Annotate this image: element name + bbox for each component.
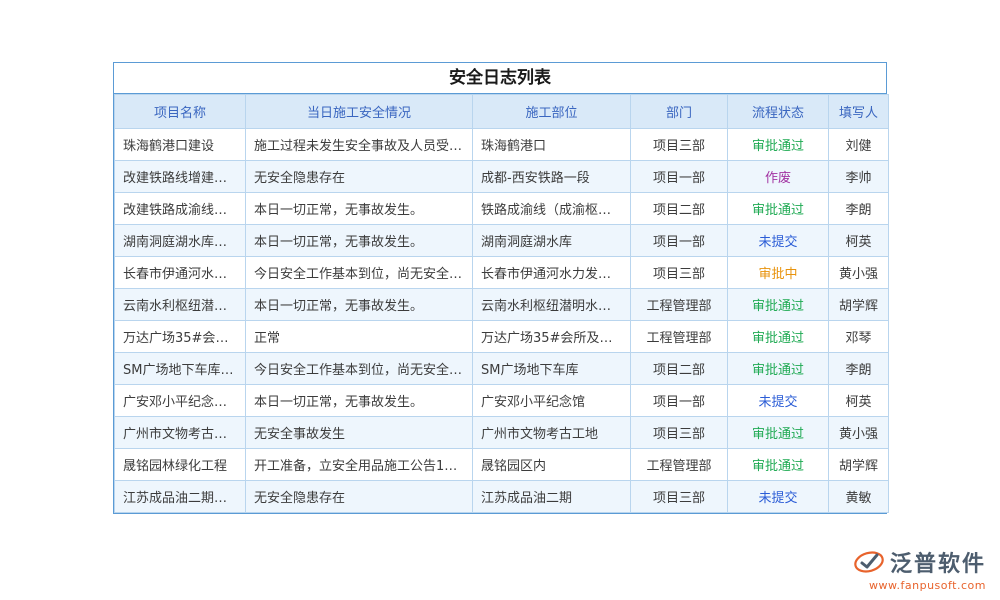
- table-row: 长春市伊通河水力发...今日安全工作基本到位，尚无安全隐患...长春市伊通河水力…: [115, 257, 889, 289]
- column-header-dept: 部门: [631, 95, 728, 129]
- location-cell: 成都-西安铁路一段: [473, 161, 631, 193]
- project-link[interactable]: 江苏成品油二期项目...: [115, 481, 246, 513]
- dept-cell: 项目三部: [631, 257, 728, 289]
- status-badge[interactable]: 未提交: [728, 385, 829, 417]
- status-badge[interactable]: 审批通过: [728, 129, 829, 161]
- safety-cell: 本日一切正常，无事故发生。: [246, 225, 473, 257]
- safety-cell: 施工过程未发生安全事故及人员受伤情况: [246, 129, 473, 161]
- dept-cell: 项目二部: [631, 193, 728, 225]
- fanpu-logo-icon: [852, 548, 886, 576]
- project-link[interactable]: 改建铁路成渝线增建...: [115, 193, 246, 225]
- table-header-row: 项目名称当日施工安全情况施工部位部门流程状态填写人: [115, 95, 889, 129]
- status-badge[interactable]: 作废: [728, 161, 829, 193]
- column-header-safety: 当日施工安全情况: [246, 95, 473, 129]
- table-row: 改建铁路成渝线增建...本日一切正常，无事故发生。铁路成渝线（成渝枢纽）项目二部…: [115, 193, 889, 225]
- location-cell: 云南水利枢纽潜明水库一期: [473, 289, 631, 321]
- writer-link[interactable]: 李朗: [829, 353, 889, 385]
- writer-link[interactable]: 李朗: [829, 193, 889, 225]
- safety-cell: 本日一切正常，无事故发生。: [246, 289, 473, 321]
- dept-cell: 项目一部: [631, 385, 728, 417]
- writer-link[interactable]: 黄小强: [829, 417, 889, 449]
- writer-link[interactable]: 刘健: [829, 129, 889, 161]
- page-title: 安全日志列表: [114, 63, 886, 94]
- location-cell: 广安邓小平纪念馆: [473, 385, 631, 417]
- status-badge[interactable]: 审批通过: [728, 417, 829, 449]
- dept-cell: 项目一部: [631, 225, 728, 257]
- writer-link[interactable]: 李帅: [829, 161, 889, 193]
- safety-cell: 正常: [246, 321, 473, 353]
- column-header-writer: 填写人: [829, 95, 889, 129]
- writer-link[interactable]: 黄敏: [829, 481, 889, 513]
- project-link[interactable]: SM广场地下车库更...: [115, 353, 246, 385]
- table-row: SM广场地下车库更...今日安全工作基本到位，尚无安全隐患...SM广场地下车库…: [115, 353, 889, 385]
- project-link[interactable]: 万达广场35#会所及...: [115, 321, 246, 353]
- safety-cell: 本日一切正常，无事故发生。: [246, 193, 473, 225]
- project-link[interactable]: 云南水利枢纽潜明水...: [115, 289, 246, 321]
- table-row: 广安邓小平纪念馆安...本日一切正常，无事故发生。广安邓小平纪念馆项目一部未提交…: [115, 385, 889, 417]
- table-row: 改建铁路线增建第二...无安全隐患存在成都-西安铁路一段项目一部作废李帅: [115, 161, 889, 193]
- column-header-project: 项目名称: [115, 95, 246, 129]
- writer-link[interactable]: 柯英: [829, 225, 889, 257]
- table-row: 万达广场35#会所及...正常万达广场35#会所及咖啡厅工程管理部审批通过邓琴: [115, 321, 889, 353]
- dept-cell: 项目三部: [631, 417, 728, 449]
- safety-log-table: 项目名称当日施工安全情况施工部位部门流程状态填写人 珠海鹤港口建设施工过程未发生…: [114, 94, 889, 513]
- location-cell: 长春市伊通河水力发电厂: [473, 257, 631, 289]
- status-badge[interactable]: 审批通过: [728, 321, 829, 353]
- writer-link[interactable]: 柯英: [829, 385, 889, 417]
- project-link[interactable]: 广州市文物考古工地...: [115, 417, 246, 449]
- brand-footer: 泛普软件 www.fanpusoft.com: [852, 546, 986, 592]
- location-cell: 晟铭园区内: [473, 449, 631, 481]
- safety-cell: 无安全隐患存在: [246, 161, 473, 193]
- safety-log-report: 安全日志列表 项目名称当日施工安全情况施工部位部门流程状态填写人 珠海鹤港口建设…: [113, 62, 887, 514]
- project-link[interactable]: 广安邓小平纪念馆安...: [115, 385, 246, 417]
- table-row: 珠海鹤港口建设施工过程未发生安全事故及人员受伤情况珠海鹤港口项目三部审批通过刘健: [115, 129, 889, 161]
- location-cell: 广州市文物考古工地: [473, 417, 631, 449]
- dept-cell: 工程管理部: [631, 289, 728, 321]
- safety-cell: 今日安全工作基本到位，尚无安全隐患...: [246, 257, 473, 289]
- writer-link[interactable]: 胡学辉: [829, 449, 889, 481]
- project-link[interactable]: 珠海鹤港口建设: [115, 129, 246, 161]
- status-badge[interactable]: 未提交: [728, 481, 829, 513]
- status-badge[interactable]: 未提交: [728, 225, 829, 257]
- safety-cell: 本日一切正常，无事故发生。: [246, 385, 473, 417]
- status-badge[interactable]: 审批通过: [728, 449, 829, 481]
- dept-cell: 项目三部: [631, 129, 728, 161]
- status-badge[interactable]: 审批通过: [728, 353, 829, 385]
- location-cell: 珠海鹤港口: [473, 129, 631, 161]
- brand-name: 泛普软件: [890, 546, 986, 578]
- project-link[interactable]: 晟铭园林绿化工程: [115, 449, 246, 481]
- safety-cell: 今日安全工作基本到位，尚无安全隐患...: [246, 353, 473, 385]
- table-row: 云南水利枢纽潜明水...本日一切正常，无事故发生。云南水利枢纽潜明水库一期工程管…: [115, 289, 889, 321]
- status-badge[interactable]: 审批通过: [728, 193, 829, 225]
- safety-cell: 无安全隐患存在: [246, 481, 473, 513]
- location-cell: 湖南洞庭湖水库: [473, 225, 631, 257]
- table-row: 湖南洞庭湖水库引水...本日一切正常，无事故发生。湖南洞庭湖水库项目一部未提交柯…: [115, 225, 889, 257]
- project-link[interactable]: 改建铁路线增建第二...: [115, 161, 246, 193]
- table-row: 江苏成品油二期项目...无安全隐患存在江苏成品油二期项目三部未提交黄敏: [115, 481, 889, 513]
- column-header-status: 流程状态: [728, 95, 829, 129]
- status-badge[interactable]: 审批中: [728, 257, 829, 289]
- safety-cell: 无安全事故发生: [246, 417, 473, 449]
- location-cell: 江苏成品油二期: [473, 481, 631, 513]
- dept-cell: 项目三部: [631, 481, 728, 513]
- dept-cell: 项目一部: [631, 161, 728, 193]
- project-link[interactable]: 长春市伊通河水力发...: [115, 257, 246, 289]
- dept-cell: 工程管理部: [631, 449, 728, 481]
- table-row: 晟铭园林绿化工程开工准备，立安全用品施工公告10个，...晟铭园区内工程管理部审…: [115, 449, 889, 481]
- safety-cell: 开工准备，立安全用品施工公告10个，...: [246, 449, 473, 481]
- writer-link[interactable]: 黄小强: [829, 257, 889, 289]
- dept-cell: 工程管理部: [631, 321, 728, 353]
- column-header-location: 施工部位: [473, 95, 631, 129]
- location-cell: 万达广场35#会所及咖啡厅: [473, 321, 631, 353]
- writer-link[interactable]: 邓琴: [829, 321, 889, 353]
- project-link[interactable]: 湖南洞庭湖水库引水...: [115, 225, 246, 257]
- location-cell: 铁路成渝线（成渝枢纽）: [473, 193, 631, 225]
- status-badge[interactable]: 审批通过: [728, 289, 829, 321]
- location-cell: SM广场地下车库: [473, 353, 631, 385]
- table-row: 广州市文物考古工地...无安全事故发生广州市文物考古工地项目三部审批通过黄小强: [115, 417, 889, 449]
- dept-cell: 项目二部: [631, 353, 728, 385]
- brand-website: www.fanpusoft.com: [852, 579, 986, 592]
- writer-link[interactable]: 胡学辉: [829, 289, 889, 321]
